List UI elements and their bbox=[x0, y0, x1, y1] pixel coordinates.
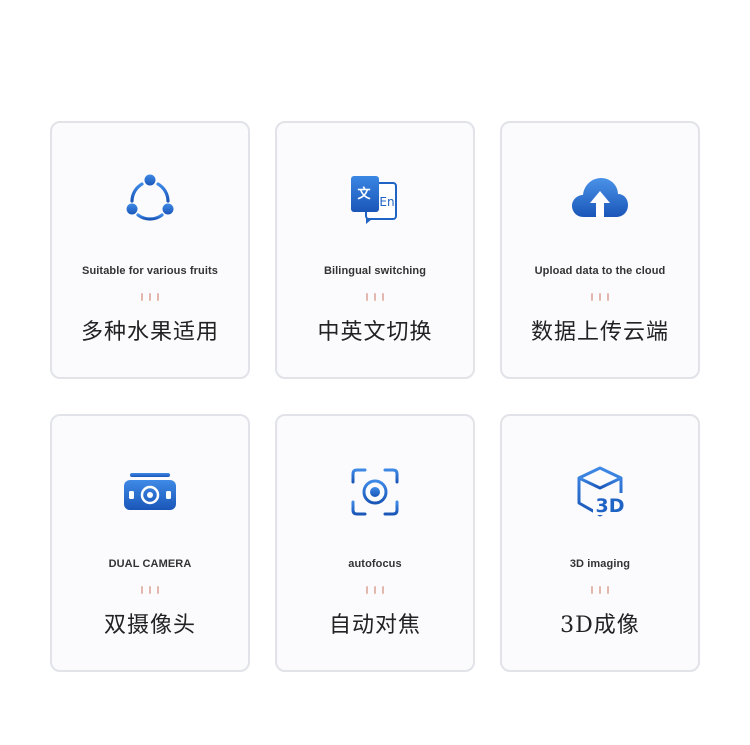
translate-icon-zh-glyph: 文 bbox=[357, 186, 371, 202]
translate-icon: 文 En bbox=[277, 169, 473, 229]
feature-en-label: Bilingual switching bbox=[323, 265, 427, 277]
feature-card-dual-camera: DUAL CAMERA 双摄像头 bbox=[50, 414, 250, 672]
dual-camera-icon bbox=[52, 462, 248, 522]
feature-zh-label: 中英文切换 bbox=[317, 320, 433, 345]
feature-en-label: Suitable for various fruits bbox=[82, 265, 218, 277]
feature-zh-label: 双摄像头 bbox=[103, 613, 196, 638]
tick-divider bbox=[52, 293, 248, 301]
share-nodes-icon bbox=[52, 169, 248, 229]
feature-card-bilingual: 文 En Bilingual switching 中英文切换 bbox=[275, 121, 475, 379]
feature-zh-label: 数据上传云端 bbox=[530, 320, 669, 345]
feature-card-cloud: Upload data to the cloud 数据上传云端 bbox=[500, 121, 700, 379]
feature-en-label: DUAL CAMERA bbox=[108, 558, 192, 570]
3d-cube-icon-label: 3D bbox=[596, 495, 625, 517]
feature-en-label: Upload data to the cloud bbox=[534, 265, 666, 277]
feature-card-3d-imaging: 3D 3D imaging 3D成像 bbox=[500, 414, 700, 672]
tick-divider bbox=[502, 586, 698, 594]
tick-divider bbox=[52, 586, 248, 594]
tick-divider bbox=[277, 293, 473, 301]
feature-card-autofocus: autofocus 自动对焦 bbox=[275, 414, 475, 672]
feature-card-fruits: Suitable for various fruits 多种水果适用 bbox=[50, 121, 250, 379]
translate-icon-en-glyph: En bbox=[379, 195, 394, 209]
cloud-upload-icon bbox=[502, 169, 698, 229]
autofocus-icon bbox=[277, 462, 473, 522]
3d-cube-icon: 3D bbox=[502, 462, 698, 522]
feature-en-label: autofocus bbox=[348, 558, 402, 570]
feature-en-label: 3D imaging bbox=[569, 558, 631, 570]
tick-divider bbox=[277, 586, 473, 594]
tick-divider bbox=[502, 293, 698, 301]
feature-zh-label: 3D成像 bbox=[560, 613, 640, 638]
feature-zh-label: 自动对焦 bbox=[328, 613, 421, 638]
feature-zh-label: 多种水果适用 bbox=[80, 320, 219, 345]
feature-grid: Suitable for various fruits 多种水果适用 文 En … bbox=[50, 121, 700, 672]
